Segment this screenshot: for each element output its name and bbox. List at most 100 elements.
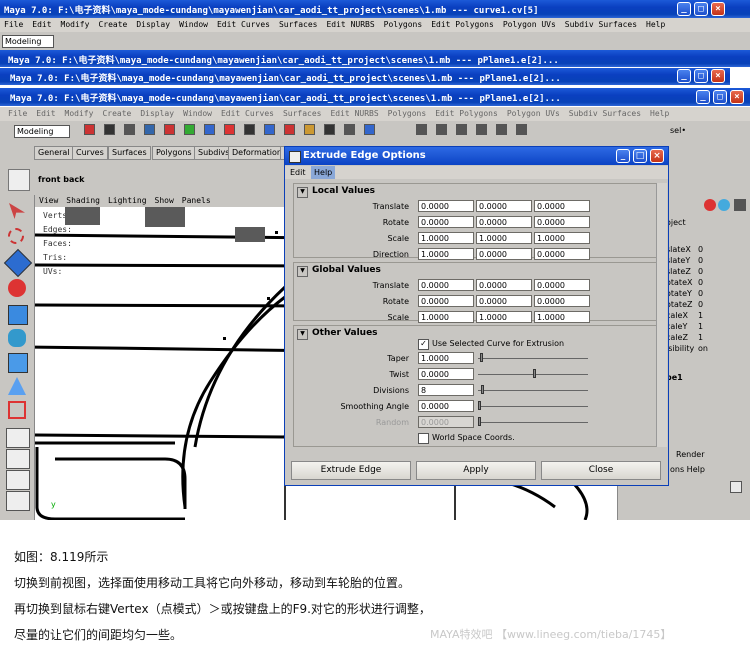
- mode-selector[interactable]: Modeling: [2, 35, 54, 48]
- collapse-icon[interactable]: ▼: [297, 187, 308, 198]
- toolbar-icon[interactable]: [304, 124, 315, 135]
- layout-single-icon[interactable]: [6, 428, 30, 448]
- smoothing-angle-field[interactable]: 0.0000: [418, 400, 474, 412]
- move-tool-icon[interactable]: [3, 248, 33, 278]
- section-header[interactable]: ▼ Other Values: [297, 326, 378, 340]
- select-tool-icon[interactable]: [9, 203, 25, 219]
- scale-field[interactable]: 1.0000: [476, 311, 532, 323]
- universal-manipulator-icon[interactable]: [8, 329, 26, 347]
- menu-subdiv-surfaces[interactable]: Subdiv Surfaces: [569, 109, 641, 118]
- tab-curves[interactable]: Curves: [72, 146, 108, 160]
- rotate-field[interactable]: 0.0000: [476, 295, 532, 307]
- last-tool-icon[interactable]: [8, 401, 26, 419]
- viewport-menu-view[interactable]: View: [39, 196, 58, 205]
- toolbar-icon[interactable]: [344, 124, 355, 135]
- menu-window[interactable]: Window: [179, 20, 208, 29]
- lasso-tool-icon[interactable]: [8, 228, 24, 244]
- menu-edit-nurbs[interactable]: Edit NURBS: [326, 20, 374, 29]
- toolbar-icon[interactable]: [516, 124, 527, 135]
- toolbar-icon[interactable]: [284, 124, 295, 135]
- menu-edit[interactable]: Edit: [36, 109, 55, 118]
- toolbar-icon[interactable]: [364, 124, 375, 135]
- translate-field[interactable]: 0.0000: [418, 200, 474, 212]
- render-tab[interactable]: Render: [676, 450, 704, 459]
- attribute-editor-icon[interactable]: [704, 199, 716, 211]
- minimize-button[interactable]: _: [677, 2, 691, 16]
- toolbar-icon[interactable]: [264, 124, 275, 135]
- menu-polygon-uvs[interactable]: Polygon UVs: [503, 20, 556, 29]
- channel-value[interactable]: 0: [698, 256, 703, 265]
- toolbar-icon[interactable]: [496, 124, 507, 135]
- menu-create[interactable]: Create: [98, 20, 127, 29]
- menu-polygons[interactable]: Polygons: [384, 20, 423, 29]
- scale-field[interactable]: 1.0000: [476, 232, 532, 244]
- close-button[interactable]: ×: [711, 69, 725, 83]
- maximize-button[interactable]: □: [713, 90, 727, 104]
- toolbar-icon[interactable]: [164, 124, 175, 135]
- translate-field[interactable]: 0.0000: [534, 279, 590, 291]
- menu-display[interactable]: Display: [140, 109, 174, 118]
- toolbar-icon[interactable]: [224, 124, 235, 135]
- menu-window[interactable]: Window: [183, 109, 212, 118]
- menu-edit-nurbs[interactable]: Edit NURBS: [330, 109, 378, 118]
- window-title-bar[interactable]: Maya 7.0: F:\电子资料\maya_mode-cundang\maya…: [0, 0, 750, 18]
- direction-field[interactable]: 0.0000: [534, 248, 590, 260]
- close-button[interactable]: ×: [650, 149, 664, 163]
- window-title-bar[interactable]: Maya 7.0: F:\电子资料\maya_mode-cundang\maya…: [0, 68, 730, 85]
- direction-field[interactable]: 1.0000: [418, 248, 474, 260]
- rotate-field[interactable]: 0.0000: [534, 295, 590, 307]
- layout-four-icon[interactable]: [6, 449, 30, 469]
- close-button[interactable]: ×: [730, 90, 744, 104]
- tab-surfaces[interactable]: Surfaces: [108, 146, 151, 160]
- channel-value[interactable]: 1: [698, 311, 703, 320]
- channel-value[interactable]: 0: [698, 245, 703, 254]
- translate-field[interactable]: 0.0000: [418, 279, 474, 291]
- tab-general[interactable]: General: [34, 146, 74, 160]
- toolbar-icon[interactable]: [204, 124, 215, 135]
- scale-field[interactable]: 1.0000: [418, 232, 474, 244]
- toolbar-icon[interactable]: [244, 124, 255, 135]
- menu-edit[interactable]: Edit: [32, 20, 51, 29]
- scale-field[interactable]: 1.0000: [534, 232, 590, 244]
- use-curve-checkbox[interactable]: ✓: [418, 339, 429, 350]
- translate-field[interactable]: 0.0000: [534, 200, 590, 212]
- layer-icon[interactable]: [730, 481, 742, 493]
- twist-field[interactable]: 0.0000: [418, 368, 474, 380]
- toolbar-icon[interactable]: [456, 124, 467, 135]
- direction-field[interactable]: 0.0000: [476, 248, 532, 260]
- menu-edit-curves[interactable]: Edit Curves: [221, 109, 274, 118]
- menu-surfaces[interactable]: Surfaces: [283, 109, 322, 118]
- channel-value[interactable]: 0: [698, 300, 703, 309]
- maximize-button[interactable]: □: [694, 2, 708, 16]
- menu-help[interactable]: Help: [646, 20, 665, 29]
- layout-two-icon[interactable]: [6, 470, 30, 490]
- translate-field[interactable]: 0.0000: [476, 279, 532, 291]
- soft-mod-icon[interactable]: [8, 353, 28, 373]
- dialog-title-bar[interactable]: Extrude Edge Options _ □ ×: [285, 147, 668, 165]
- tool-settings-icon[interactable]: [718, 199, 730, 211]
- rotate-tool-icon[interactable]: [8, 279, 26, 297]
- menu-edit-polygons[interactable]: Edit Polygons: [435, 109, 498, 118]
- layout-persp-icon[interactable]: [6, 491, 30, 511]
- scale-tool-icon[interactable]: [8, 305, 28, 325]
- scrollbar[interactable]: [656, 183, 667, 447]
- scale-field[interactable]: 1.0000: [534, 311, 590, 323]
- section-header[interactable]: ▼ Global Values: [297, 263, 381, 277]
- toolbar-icon[interactable]: [84, 124, 95, 135]
- toolbar-icon[interactable]: [104, 124, 115, 135]
- scale-field[interactable]: 1.0000: [418, 311, 474, 323]
- menu-edit[interactable]: Edit: [290, 166, 306, 179]
- channel-value[interactable]: 1: [698, 333, 703, 342]
- minimize-button[interactable]: _: [677, 69, 691, 83]
- channel-box-icon[interactable]: [734, 199, 746, 211]
- toolbar-icon[interactable]: [476, 124, 487, 135]
- menu-modify[interactable]: Modify: [65, 109, 94, 118]
- slider-handle[interactable]: [533, 369, 536, 378]
- viewport-menu-lighting[interactable]: Lighting: [108, 196, 147, 205]
- menu-file[interactable]: File: [4, 20, 23, 29]
- divisions-slider[interactable]: [478, 390, 588, 391]
- channel-value[interactable]: 0: [698, 278, 703, 287]
- viewport-menu-panels[interactable]: Panels: [182, 196, 211, 205]
- slider-handle[interactable]: [480, 353, 483, 362]
- menu-polygon-uvs[interactable]: Polygon UVs: [507, 109, 560, 118]
